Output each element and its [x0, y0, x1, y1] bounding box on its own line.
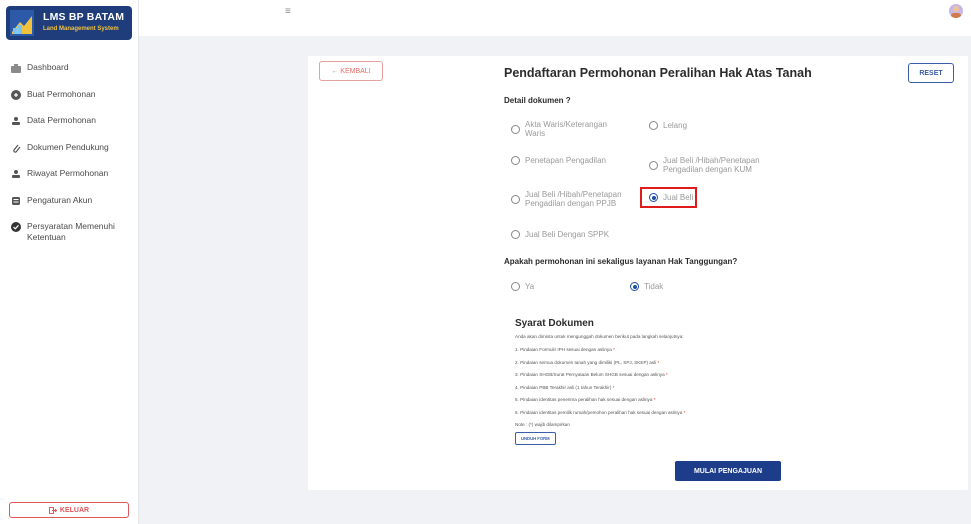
- sidebar-item-persyaratan[interactable]: Persyaratan Memenuhi Ketentuan: [0, 221, 138, 255]
- sidebar-item-label: Persyaratan Memenuhi Ketentuan: [27, 221, 115, 242]
- radio-label: Penetapan Pengadilan: [525, 156, 606, 165]
- required-mark: *: [683, 409, 686, 415]
- syarat-item: 1. Pindaian Formulir IPH sesuai dengan a…: [515, 344, 955, 357]
- required-mark: *: [653, 397, 656, 403]
- syarat-item-text: 6. Pindaian identitas pemilik rumah/pemo…: [515, 409, 683, 415]
- avatar[interactable]: [949, 4, 963, 18]
- syarat-item-text: 1. Pindaian Formulir IPH sesuai dengan a…: [515, 347, 612, 352]
- selection-highlight: [640, 187, 697, 208]
- radio-label: Jual Beli /Hibah/Penetapan Pengadilan de…: [663, 156, 760, 174]
- brand-subtitle: Land Management System: [43, 26, 119, 32]
- sidebar-item-riwayat-permohonan[interactable]: Riwayat Permohonan: [0, 168, 138, 195]
- logo-icon: [10, 10, 34, 36]
- required-mark: *: [665, 372, 668, 378]
- submit-button[interactable]: MULAI PENGAJUAN: [675, 461, 781, 481]
- radio-penetapan-pengadilan[interactable]: Penetapan Pengadilan: [511, 156, 606, 165]
- sidebar-item-label: Dokumen Pendukung: [27, 141, 109, 152]
- radio-dot[interactable]: [511, 282, 520, 291]
- syarat-dokumen: Syarat Dokumen Anda akan diminta untuk m…: [515, 318, 955, 445]
- logout-label: KELUAR: [59, 506, 90, 514]
- radio-jual-beli-ppjb[interactable]: Jual Beli /Hibah/Penetapan Pengadilan de…: [511, 190, 631, 208]
- radio-dot[interactable]: [511, 124, 520, 134]
- history-icon: [10, 168, 22, 180]
- radio-dot[interactable]: [511, 156, 520, 165]
- radio-lelang[interactable]: Lelang: [649, 121, 687, 130]
- check-circle-icon: [10, 221, 22, 233]
- syarat-item: 5. Pindaian identitas penerima peralihan…: [515, 394, 955, 407]
- dashboard-icon: [10, 62, 22, 74]
- syarat-note: Note : (*) wajib dilampirkan: [515, 421, 570, 427]
- sidebar-menu: Dashboard Buat Permohonan Data Permohona…: [0, 62, 138, 255]
- logout-icon: [48, 506, 57, 514]
- radio-dot[interactable]: [630, 282, 639, 291]
- radio-label: Tidak: [644, 282, 664, 291]
- radio-akta-waris[interactable]: Akta Waris/Keterangan Waris: [511, 120, 621, 138]
- required-mark: *: [613, 347, 615, 352]
- radio-label: Ya: [525, 282, 535, 291]
- attachment-icon: [10, 142, 22, 154]
- required-mark: *: [657, 359, 660, 365]
- radio-label: Jual Beli Dengan SPPK: [525, 230, 610, 239]
- back-button[interactable]: ← KEMBALI: [319, 61, 383, 81]
- sidebar-item-dokumen-pendukung[interactable]: Dokumen Pendukung: [0, 142, 138, 169]
- sidebar: LMS BP BATAM Land Management System Dash…: [0, 0, 139, 524]
- logout-button[interactable]: KELUAR: [9, 502, 129, 518]
- radio-dot[interactable]: [649, 160, 658, 170]
- radio-tidak[interactable]: Tidak: [630, 282, 663, 291]
- syarat-item: 3. Pindaian SHGB/Surat Pernyataan Belum …: [515, 369, 955, 382]
- radio-label: Akta Waris/Keterangan Waris: [525, 120, 607, 138]
- radio-dot[interactable]: [511, 230, 520, 239]
- sidebar-item-dashboard[interactable]: Dashboard: [0, 62, 138, 89]
- create-request-icon: [10, 89, 22, 101]
- radio-dot[interactable]: [511, 194, 520, 204]
- sidebar-item-label: Buat Permohonan: [27, 88, 96, 99]
- syarat-item-text: 5. Pindaian identitas penerima peralihan…: [515, 397, 653, 403]
- sidebar-item-buat-permohonan[interactable]: Buat Permohonan: [0, 89, 138, 116]
- syarat-item-text: 2. Pindaian semua dokumen tanah yang dim…: [515, 359, 657, 365]
- radio-dot[interactable]: [649, 121, 658, 130]
- brand-title: LMS BP BATAM: [43, 11, 125, 23]
- syarat-item-text: 4. Pindaian PBB Terakhir asli (1 tahun T…: [515, 384, 612, 390]
- sidebar-item-label: Pengaturan Akun: [27, 194, 93, 205]
- hak-tanggungan-question: Apakah permohonan ini sekaligus layanan …: [504, 257, 738, 266]
- sidebar-item-pengaturan-akun[interactable]: Pengaturan Akun: [0, 195, 138, 222]
- syarat-item-text: 3. Pindaian SHGB/Surat Pernyataan Belum …: [515, 372, 665, 378]
- brand-logo[interactable]: LMS BP BATAM Land Management System: [6, 6, 132, 40]
- sidebar-item-data-permohonan[interactable]: Data Permohonan: [0, 115, 138, 142]
- radio-jual-beli-sppk[interactable]: Jual Beli Dengan SPPK: [511, 230, 609, 239]
- syarat-title: Syarat Dokumen: [515, 318, 594, 329]
- syarat-item: 4. Pindaian PBB Terakhir asli (1 tahun T…: [515, 382, 955, 395]
- radio-jual-beli-kum[interactable]: Jual Beli /Hibah/Penetapan Pengadilan de…: [649, 156, 779, 174]
- radio-label: Jual Beli /Hibah/Penetapan Pengadilan de…: [525, 190, 622, 208]
- form-card: ← KEMBALI Pendaftaran Permohonan Peralih…: [308, 56, 968, 490]
- reset-button[interactable]: RESET: [908, 63, 954, 83]
- required-mark: *: [612, 384, 615, 390]
- topbar: ≡: [139, 0, 971, 36]
- radio-label: Lelang: [663, 121, 688, 130]
- syarat-intro: Anda akan diminta untuk mengunggah dokum…: [515, 334, 684, 339]
- menu-toggle-icon[interactable]: ≡: [285, 6, 293, 17]
- sidebar-item-label: Riwayat Permohonan: [27, 168, 109, 178]
- detail-dokumen-label: Detail dokumen ?: [504, 96, 571, 105]
- page-title: Pendaftaran Permohonan Peralihan Hak Ata…: [504, 66, 812, 80]
- sidebar-item-label: Data Permohonan: [27, 115, 96, 125]
- download-form-button[interactable]: UNDUH FORM: [515, 431, 556, 445]
- syarat-item: 2. Pindaian semua dokumen tanah yang dim…: [515, 357, 955, 370]
- data-icon: [10, 115, 22, 127]
- radio-ya[interactable]: Ya: [511, 282, 534, 291]
- sidebar-item-label: Dashboard: [27, 62, 69, 72]
- syarat-item: 6. Pindaian identitas pemilik rumah/pemo…: [515, 407, 955, 420]
- settings-icon: [10, 195, 22, 207]
